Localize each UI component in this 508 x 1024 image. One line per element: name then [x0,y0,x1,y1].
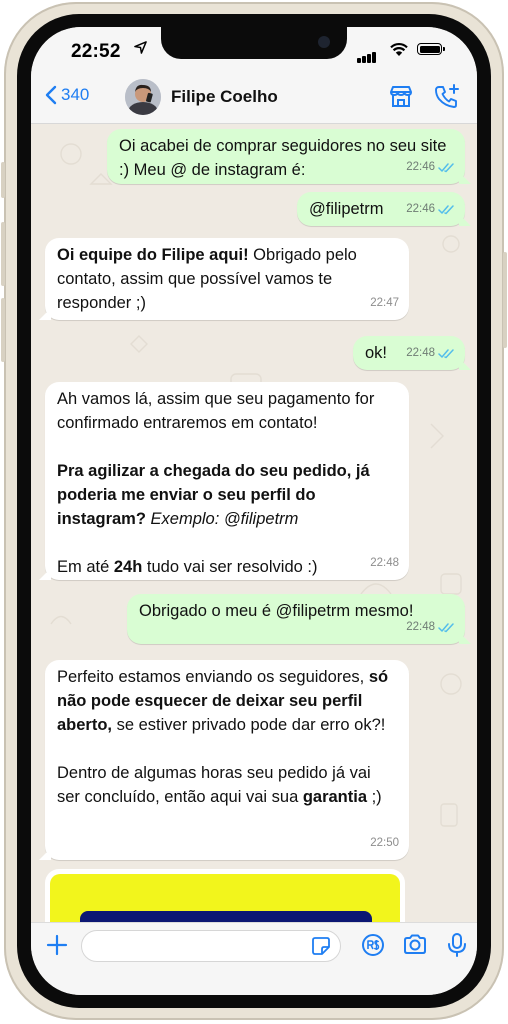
screen: 22:52 340 Filipe Coelho Oi acabei de com… [31,27,477,995]
message-outgoing[interactable]: Obrigado o meu é @filipetrm mesmo! 22:48 [127,594,465,644]
signal-icon [357,45,377,63]
message-time: 22:46 [406,203,435,215]
sticker-icon[interactable] [311,936,331,956]
message-time: 22:50 [370,837,399,849]
message-text: Pra agilizar a chegada do seu pedido, já… [57,459,397,531]
message-time: 22:48 [370,557,399,569]
plus-icon[interactable] [45,933,69,957]
read-ticks-icon [438,348,454,358]
front-camera [318,36,330,48]
notch [161,27,347,59]
camera-icon[interactable] [401,931,429,959]
power-button [503,252,507,348]
message-outgoing[interactable]: Oi acabei de comprar seguidores no seu s… [107,129,465,184]
message-text: Oi equipe do Filipe aqui! Obrigado pelo … [57,243,397,315]
message-text: Em até 24h tudo vai ser resolvido :) [57,555,397,579]
volume-up-button [1,222,5,286]
add-call-icon[interactable] [433,83,461,111]
microphone-icon[interactable] [443,931,471,959]
message-outgoing[interactable]: @filipetrm 22:46 [297,192,465,226]
message-text-part: ;) [367,788,382,806]
message-time: 22:48 [406,347,435,359]
input-bar [31,922,477,995]
chat-header: 340 Filipe Coelho [31,73,477,124]
location-arrow-icon [134,41,147,58]
mute-switch [1,162,5,198]
read-ticks-icon [438,162,454,172]
message-meta: 22:46 [406,155,455,179]
message-text: Ah vamos lá, assim que seu pagamento for… [57,390,375,432]
contact-name[interactable]: Filipe Coelho [171,87,278,107]
message-bold-text: Oi equipe do Filipe aqui! [57,246,249,264]
chat-area[interactable]: Oi acabei de comprar seguidores no seu s… [31,124,477,922]
message-text-part: tudo vai ser resolvido :) [142,558,318,576]
message-incoming[interactable]: Perfeito estamos enviando os seguidores,… [45,660,409,860]
message-time: 22:46 [406,161,435,173]
message-text-part: se estiver privado pode dar erro ok?! [112,716,386,734]
message-bold-text: garantia [302,788,368,806]
message-meta: 22:48 [406,341,455,365]
avatar[interactable] [125,79,161,115]
back-button[interactable]: 340 [45,85,89,105]
phone-frame: 22:52 340 Filipe Coelho Oi acabei de com… [1,2,507,1020]
battery-icon [417,43,445,55]
message-italic-text: Exemplo: @filipetrm [145,510,299,528]
payment-icon[interactable] [359,931,387,959]
message-time: 22:47 [370,297,399,309]
chevron-left-icon [45,85,57,105]
message-text: Perfeito estamos enviando os seguidores,… [57,665,397,737]
message-text-part: Perfeito estamos enviando os seguidores, [57,668,369,686]
image-message[interactable] [45,869,405,922]
message-text: Oi acabei de comprar seguidores no seu s… [119,137,447,179]
read-ticks-icon [438,204,454,214]
message-outgoing[interactable]: ok! 22:48 [353,336,465,370]
read-ticks-icon [438,622,454,632]
back-count: 340 [61,85,90,104]
status-bar: 22:52 [31,27,477,73]
message-incoming[interactable]: Ah vamos lá, assim que seu pagamento for… [45,382,409,580]
message-input[interactable] [81,930,341,962]
message-meta: 22:46 [406,197,455,221]
message-incoming[interactable]: Oi equipe do Filipe aqui! Obrigado pelo … [45,238,409,320]
image-preview [50,874,400,922]
message-bold-text: 24h [113,558,143,576]
status-time: 22:52 [71,41,121,62]
message-time: 22:48 [406,621,435,633]
message-meta: 22:48 [406,615,455,639]
store-icon[interactable] [387,83,415,111]
volume-down-button [1,298,5,362]
message-text-part: Em até [57,558,114,576]
message-text: Dentro de algumas horas seu pedido já va… [57,761,397,809]
wifi-icon [390,43,408,56]
